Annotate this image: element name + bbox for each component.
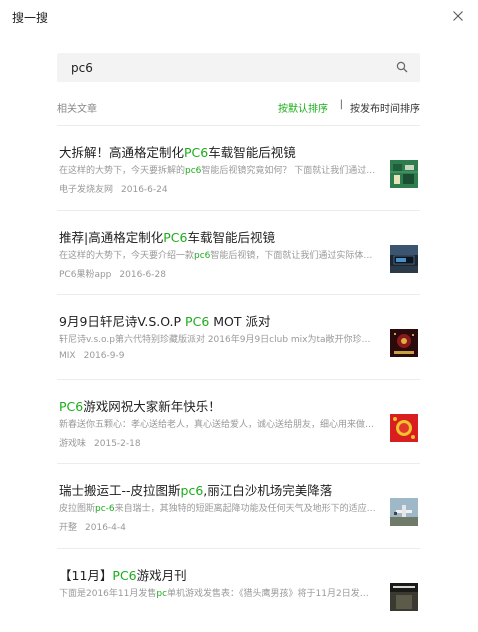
result-snippet: 在这样的大势下，今天要拆解的pc6智能后视镜究竟如何？ 下面就让我们通过拆解… [59,163,377,176]
result-meta: PC6果粉app 2016-6-28 [59,267,166,280]
new-year-red-image[interactable] [390,414,418,442]
result-item[interactable]: PC6游戏网祝大家新年快乐！ 新春送你五颗心：孝心送给老人，真心送给爱人，诚心送… [57,379,420,464]
result-date: 2016-6-24 [121,185,168,195]
result-title[interactable]: 推荐|高通格定制化PC6车载智能后视镜 [59,227,379,246]
result-item[interactable]: 大拆解！高通格定制化PC6车载智能后视镜 在这样的大势下，今天要拆解的pc6智能… [57,125,420,210]
result-source: MIX [59,351,76,361]
result-item[interactable]: 9月9日轩尼诗V.S.O.P PC6 MOT 派对 轩尼诗v.s.o.p第六代特… [57,294,420,379]
call-of-duty-cover-image[interactable] [390,583,418,611]
sort-separator: | [340,99,343,110]
title-bar: 搜一搜 [0,0,478,34]
close-icon[interactable] [448,6,468,26]
result-meta [59,605,67,615]
result-source: PC6果粉app [59,270,111,280]
result-snippet: 轩尼诗v.s.o.p第六代特别珍藏版派对 2016年9月9日club mix为t… [59,332,377,345]
result-title[interactable]: 大拆解！高通格定制化PC6车载智能后视镜 [59,142,379,161]
result-meta: 电子发烧友网 2016-6-24 [59,182,168,195]
highlight: pc [156,589,167,599]
result-date: 2016-9-9 [84,351,125,361]
result-title[interactable]: 9月9日轩尼诗V.S.O.P PC6 MOT 派对 [59,311,379,330]
related-articles-label: 相关文章 [57,100,97,115]
filter-bar: 相关文章 按默认排序 | 按发布时间排序 [57,100,420,116]
highlight: PC6 [163,230,187,245]
result-title[interactable]: 瑞士搬运工--皮拉图斯pc6,丽江白沙机场完美降落 [59,480,379,499]
result-source: 游戏味 [59,439,86,449]
result-item[interactable]: 【11月】PC6游戏月刊 下面是2016年11月发售pc单机游戏发售表：《猎头鹰… [57,548,420,632]
close-button[interactable] [448,6,468,26]
result-meta: MIX 2016-9-9 [59,351,124,361]
circuit-board-image[interactable] [390,160,418,188]
result-meta: 开整 2016-4-4 [59,520,126,533]
highlight: PC6 [112,568,136,583]
result-snippet: 在这样的大势下，今天要介绍一款pc6智能后视镜，下面就让我们通过实际体验… [59,248,377,261]
highlight: pc6 [181,483,204,498]
result-source: 开整 [59,523,77,533]
result-item[interactable]: 瑞士搬运工--皮拉图斯pc6,丽江白沙机场完美降落 皮拉图斯pc-6来自瑞士，其… [57,463,420,548]
result-source: 电子发烧友网 [59,185,113,195]
app-title: 搜一搜 [12,9,48,26]
result-meta: 游戏味 2015-2-18 [59,436,141,449]
result-title[interactable]: 【11月】PC6游戏月刊 [59,565,379,584]
highlight: PC6 [184,145,208,160]
result-date: 2015-2-18 [94,439,141,449]
sort-default-link[interactable]: 按默认排序 [278,100,328,115]
result-snippet: 下面是2016年11月发售pc单机游戏发售表：《猎头鹰男孩》将于11月2日发布… [59,586,377,599]
car-dashboard-image[interactable] [390,245,418,273]
search-icon[interactable] [396,61,408,73]
result-date: 2016-6-28 [119,270,166,280]
search-box[interactable] [57,53,420,82]
highlight: PC6 [59,399,83,414]
result-item[interactable]: 推荐|高通格定制化PC6车载智能后视镜 在这样的大势下，今天要介绍一款pc6智能… [57,210,420,295]
highlight: PC6 [185,314,209,329]
search-input[interactable] [71,59,371,76]
highlight: pc-6 [95,504,115,514]
sort-by-time-link[interactable]: 按发布时间排序 [350,100,420,115]
party-poster-image[interactable] [390,329,418,357]
highlight: pc6 [194,251,210,261]
result-snippet: 皮拉图斯pc-6来自瑞士，其独特的短距离起降功能及任何天气及地形下的适应… [59,501,377,514]
highlight: pc6 [185,166,201,176]
airplane-image[interactable] [390,498,418,526]
results-list: 大拆解！高通格定制化PC6车载智能后视镜 在这样的大势下，今天要拆解的pc6智能… [57,125,420,632]
result-title[interactable]: PC6游戏网祝大家新年快乐！ [59,396,379,415]
result-snippet: 新春送你五颗心：孝心送给老人，真心送给爱人，诚心送给朋友，细心用来做事… [59,417,377,430]
result-date: 2016-4-4 [85,523,126,533]
